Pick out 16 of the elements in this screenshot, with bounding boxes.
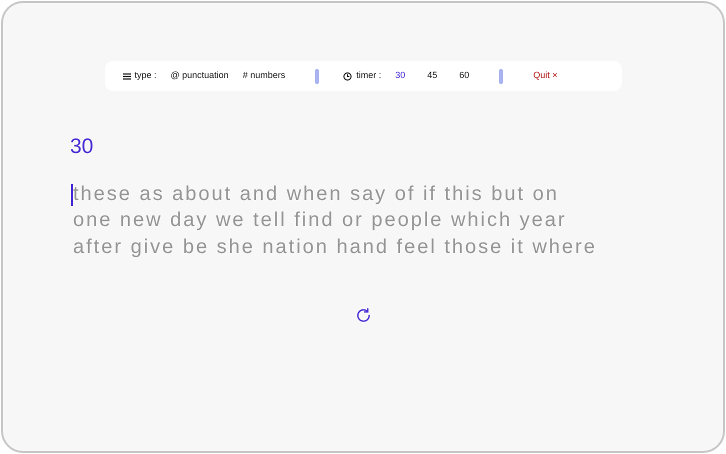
text-cursor xyxy=(71,184,73,206)
list-icon xyxy=(122,72,130,80)
type-label: type : xyxy=(134,69,157,82)
timer-option[interactable]: 60 xyxy=(459,69,470,83)
timer-option[interactable]: 30 xyxy=(395,69,406,83)
quit-button[interactable]: Quit × xyxy=(533,69,558,83)
type-option[interactable]: @ punctuation xyxy=(170,69,229,83)
type-option[interactable]: # numbers xyxy=(242,69,286,83)
word-line: one new day we tell find or people which year xyxy=(73,208,567,233)
countdown: 30 xyxy=(70,134,94,160)
word-line: after give be she nation hand feel those it where xyxy=(73,234,597,260)
timer-option[interactable]: 45 xyxy=(427,69,438,83)
restart-icon xyxy=(354,307,372,324)
timer-label: timer : xyxy=(356,69,382,82)
clock-icon xyxy=(343,72,352,80)
word-line: these as about and when say of if this but on xyxy=(73,182,559,206)
